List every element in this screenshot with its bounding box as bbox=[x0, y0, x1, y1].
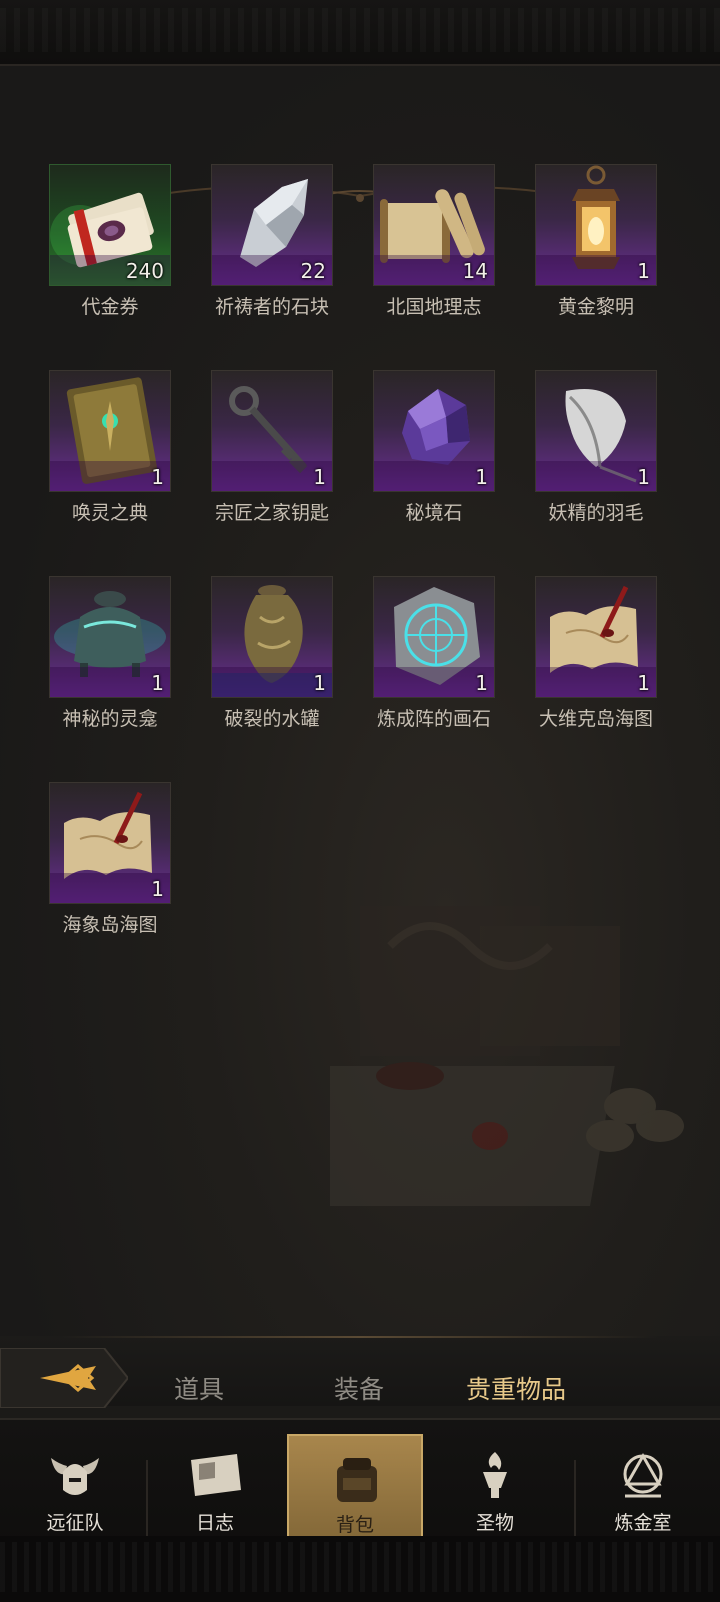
tab-bar-divider bbox=[60, 1336, 660, 1338]
nav-separator bbox=[574, 1460, 576, 1540]
item-slot-great-vik-island-chart[interactable]: 1 大维克岛海图 bbox=[486, 576, 657, 776]
nav-label: 背包 bbox=[335, 1514, 374, 1536]
item-tile[interactable]: 1 bbox=[211, 370, 333, 492]
item-quantity: 1 bbox=[637, 671, 650, 695]
nav-label: 远征队 bbox=[46, 1512, 104, 1534]
tab-valuables[interactable]: 贵重物品 bbox=[466, 1370, 566, 1406]
item-quantity: 1 bbox=[637, 465, 650, 489]
item-name: 黄金黎明 bbox=[557, 296, 634, 318]
item-slot-prayer-stone[interactable]: 22 祈祷者的石块 bbox=[162, 164, 333, 364]
item-name: 妖精的羽毛 bbox=[548, 502, 644, 524]
item-tile[interactable]: 240 bbox=[49, 164, 171, 286]
item-quantity: 22 bbox=[300, 259, 326, 283]
nav-label: 日志 bbox=[195, 1512, 234, 1534]
background-scene-art bbox=[330, 906, 684, 1206]
item-quantity: 1 bbox=[151, 877, 164, 901]
item-slot-secret-realm-stone[interactable]: 1 秘境石 bbox=[324, 370, 495, 570]
item-tile[interactable]: 1 bbox=[535, 576, 657, 698]
item-name: 海象岛海图 bbox=[62, 914, 158, 936]
journal-icon bbox=[191, 1454, 241, 1496]
alchemy-sigil-icon bbox=[623, 1452, 663, 1498]
item-quantity: 1 bbox=[637, 259, 650, 283]
item-slot-north-geography[interactable]: 14 北国地理志 bbox=[324, 164, 495, 364]
item-slot-alchemy-circle-stone[interactable]: 1 炼成阵的画石 bbox=[324, 576, 495, 776]
nav-alchemy[interactable]: 炼金室 bbox=[578, 1440, 708, 1550]
item-slot-broken-jug[interactable]: 1 破裂的水罐 bbox=[162, 576, 333, 776]
item-tile[interactable]: 1 bbox=[373, 576, 495, 698]
item-tile[interactable]: 1 bbox=[373, 370, 495, 492]
item-slot-summoning-tome[interactable]: 1 唤灵之典 bbox=[0, 370, 171, 570]
nav-label: 圣物 bbox=[475, 1512, 514, 1534]
nav-relics[interactable]: 圣物 bbox=[430, 1440, 560, 1550]
top-ornament-band bbox=[0, 0, 720, 66]
category-tab-bar: 道具 装备 贵重物品 bbox=[0, 1336, 720, 1408]
item-tile[interactable]: 1 bbox=[211, 576, 333, 698]
backpack-icon bbox=[337, 1458, 377, 1502]
item-quantity: 14 bbox=[462, 259, 488, 283]
item-slot-voucher[interactable]: 240 代金券 bbox=[0, 164, 171, 364]
horned-helmet-icon bbox=[51, 1458, 99, 1495]
nav-expedition[interactable]: 远征队 bbox=[10, 1440, 140, 1550]
item-slot-golden-dawn[interactable]: 1 黄金黎明 bbox=[486, 164, 657, 364]
tab-items[interactable]: 道具 bbox=[174, 1370, 224, 1406]
item-slot-master-house-key[interactable]: 1 宗匠之家钥匙 bbox=[162, 370, 333, 570]
item-name: 大维克岛海图 bbox=[538, 708, 653, 730]
bottom-ornament-band bbox=[0, 1536, 720, 1600]
nav-separator bbox=[146, 1460, 148, 1540]
item-tile[interactable]: 22 bbox=[211, 164, 333, 286]
item-tile[interactable]: 1 bbox=[49, 370, 171, 492]
item-slot-mystic-shrine[interactable]: 1 神秘的灵龛 bbox=[0, 576, 171, 776]
item-tile[interactable]: 1 bbox=[535, 164, 657, 286]
tab-equipment[interactable]: 装备 bbox=[334, 1370, 384, 1406]
item-tile[interactable]: 1 bbox=[535, 370, 657, 492]
item-tile[interactable]: 14 bbox=[373, 164, 495, 286]
item-slot-walrus-island-chart[interactable]: 1 海象岛海图 bbox=[0, 782, 171, 982]
item-slot-fairy-feather[interactable]: 1 妖精的羽毛 bbox=[486, 370, 657, 570]
nav-journal[interactable]: 日志 bbox=[150, 1440, 280, 1550]
item-tile[interactable]: 1 bbox=[49, 576, 171, 698]
nav-label: 炼金室 bbox=[614, 1512, 672, 1534]
item-quantity: 240 bbox=[125, 259, 164, 283]
relic-torch-icon bbox=[483, 1452, 507, 1498]
back-button[interactable] bbox=[0, 1348, 128, 1408]
item-tile[interactable]: 1 bbox=[49, 782, 171, 904]
